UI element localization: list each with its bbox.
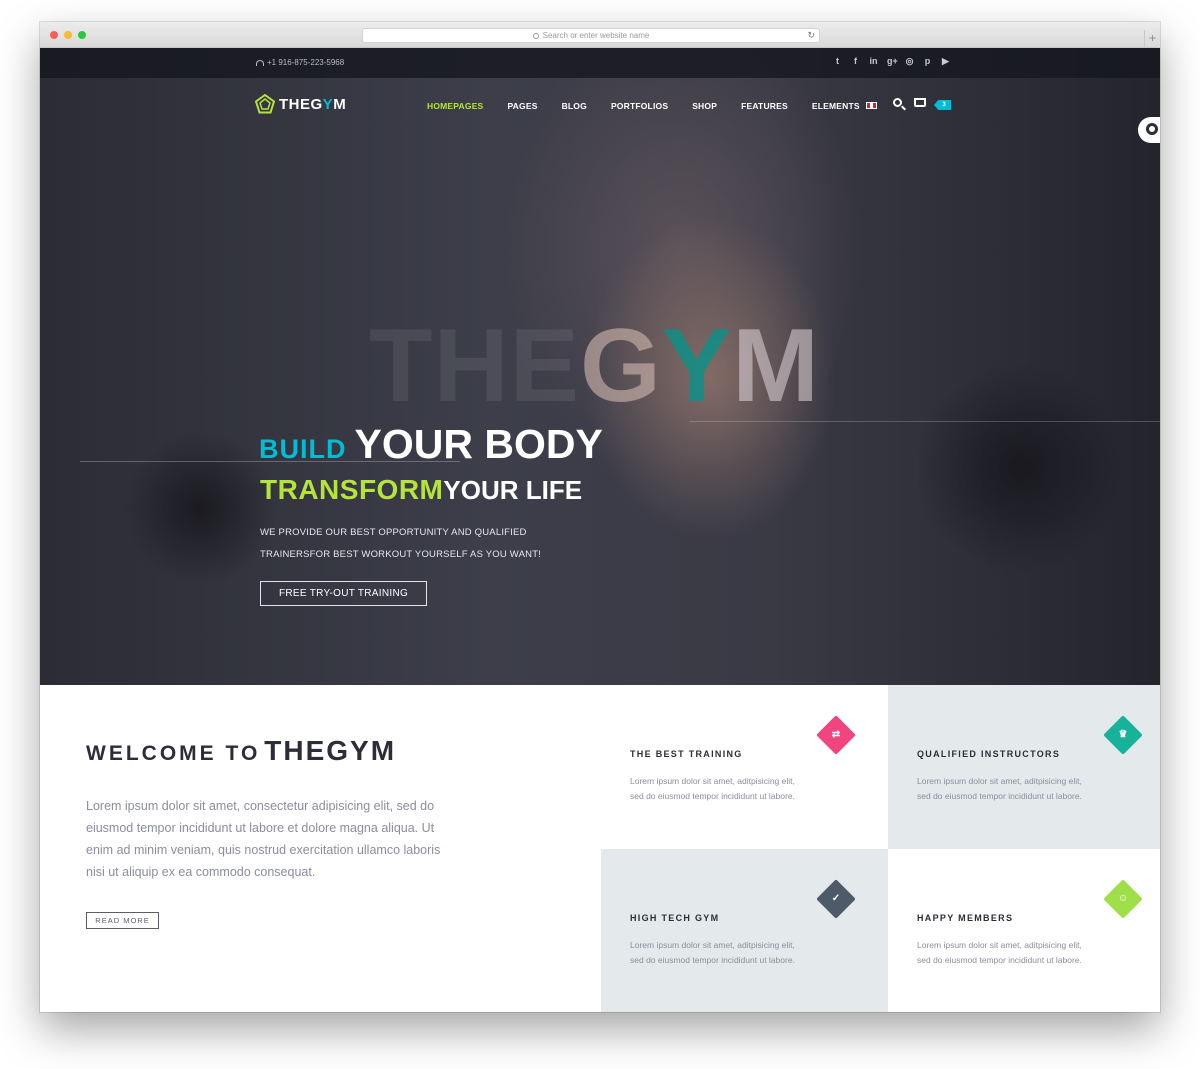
close-window-button[interactable] bbox=[50, 31, 58, 39]
welcome-text: Lorem ipsum dolor sit amet, consectetur … bbox=[86, 799, 441, 879]
cart-icon[interactable] bbox=[914, 98, 926, 107]
nav-pages[interactable]: PAGES bbox=[507, 101, 537, 111]
thumbs-up-icon: ✓ bbox=[816, 879, 856, 919]
maximize-window-button[interactable] bbox=[78, 31, 86, 39]
address-bar[interactable]: Search or enter website name ↻ bbox=[362, 28, 820, 43]
pinterest-icon[interactable]: p bbox=[923, 56, 932, 67]
feature-text: Lorem ipsum dolor sit amet, aditpisicing… bbox=[630, 940, 795, 965]
hero-headline-1: BUILD YOUR BODY bbox=[259, 421, 603, 468]
arrows-icon: ⇄ bbox=[816, 715, 856, 755]
hero-decor-line bbox=[690, 421, 1160, 422]
feature-card: ⇄ THE BEST TRAINING Lorem ipsum dolor si… bbox=[601, 685, 888, 849]
group-icon: ☺ bbox=[1103, 879, 1143, 919]
nav-shop[interactable]: SHOP bbox=[692, 101, 717, 111]
reload-icon[interactable]: ↻ bbox=[807, 30, 815, 41]
feature-title: THE BEST TRAINING bbox=[630, 749, 743, 759]
facebook-icon[interactable]: f bbox=[851, 56, 860, 67]
welcome-title: WELCOME TO THEGYM bbox=[86, 735, 397, 766]
main-navigation: HOMEPAGES PAGES BLOG PORTFOLIOS SHOP FEA… bbox=[427, 101, 860, 111]
feature-text: Lorem ipsum dolor sit amet, aditpisicing… bbox=[917, 776, 1082, 801]
browser-toolbar: Search or enter website name ↻ + bbox=[40, 22, 1160, 48]
feature-card: ✓ HIGH TECH GYM Lorem ipsum dolor sit am… bbox=[601, 849, 888, 1012]
new-tab-button[interactable]: + bbox=[1144, 30, 1160, 48]
phone-number: +1 916-875-223-5968 bbox=[267, 58, 345, 67]
free-training-button[interactable]: FREE TRY-OUT TRAINING bbox=[260, 581, 427, 606]
language-flag-icon[interactable] bbox=[866, 102, 877, 109]
browser-window: Search or enter website name ↻ + THEGYM … bbox=[40, 22, 1160, 1012]
youtube-icon[interactable]: ▶ bbox=[941, 56, 950, 67]
welcome-section: WELCOME TO THEGYM Lorem ipsum dolor sit a… bbox=[40, 685, 1160, 1012]
social-links: t f in g+ ◎ p ▶ bbox=[833, 56, 950, 67]
nav-features[interactable]: FEATURES bbox=[741, 101, 788, 111]
cart-count-badge: 3 bbox=[934, 100, 951, 110]
nav-portfolios[interactable]: PORTFOLIOS bbox=[611, 101, 668, 111]
pentagon-logo-icon bbox=[255, 94, 275, 114]
hero-description: WE PROVIDE OUR BEST OPPORTUNITY AND QUAL… bbox=[260, 527, 542, 560]
feature-title: HIGH TECH GYM bbox=[630, 913, 720, 923]
gear-icon bbox=[1146, 123, 1158, 135]
twitter-icon[interactable]: t bbox=[833, 56, 842, 67]
instagram-icon[interactable]: ◎ bbox=[905, 56, 914, 67]
settings-toggle[interactable] bbox=[1138, 117, 1160, 143]
google-plus-icon[interactable]: g+ bbox=[887, 56, 898, 67]
headline-accent: BUILD bbox=[259, 434, 347, 464]
minimize-window-button[interactable] bbox=[64, 31, 72, 39]
site-logo[interactable]: THEGYM bbox=[255, 94, 346, 114]
top-bar: +1 916-875-223-5968 t f in g+ ◎ p ▶ bbox=[40, 48, 1160, 78]
feature-text: Lorem ipsum dolor sit amet, aditpisicing… bbox=[630, 776, 795, 801]
nav-elements[interactable]: ELEMENTS bbox=[812, 101, 860, 111]
feature-title: HAPPY MEMBERS bbox=[917, 913, 1014, 923]
hero-background-word: THEGYM bbox=[369, 308, 820, 424]
address-placeholder: Search or enter website name bbox=[542, 31, 650, 40]
logo-text: THEGYM bbox=[279, 95, 347, 113]
headline-main: YOUR LIFE bbox=[443, 475, 583, 505]
feature-title: QUALIFIED INSTRUCTORS bbox=[917, 749, 1061, 759]
headline-main: YOUR BODY bbox=[354, 421, 603, 467]
headset-icon bbox=[256, 59, 264, 66]
linkedin-icon[interactable]: in bbox=[869, 56, 878, 67]
nav-blog[interactable]: BLOG bbox=[562, 101, 587, 111]
read-more-button[interactable]: READ MORE bbox=[86, 912, 159, 929]
hero-headline-2: TRANSFORMYOUR LIFE bbox=[260, 474, 582, 506]
hero-section: THEGYM +1 916-875-223-5968 t f in g+ ◎ p… bbox=[40, 48, 1160, 685]
feature-card: ♛ QUALIFIED INSTRUCTORS Lorem ipsum dolo… bbox=[888, 685, 1160, 849]
trophy-icon: ♛ bbox=[1103, 715, 1143, 755]
headline-accent: TRANSFORM bbox=[260, 474, 444, 505]
phone-contact[interactable]: +1 916-875-223-5968 bbox=[256, 58, 344, 67]
feature-card: ☺ HAPPY MEMBERS Lorem ipsum dolor sit am… bbox=[888, 849, 1160, 1012]
feature-text: Lorem ipsum dolor sit amet, aditpisicing… bbox=[917, 940, 1082, 965]
search-icon bbox=[532, 32, 539, 39]
search-icon[interactable] bbox=[893, 98, 902, 107]
nav-homepages[interactable]: HOMEPAGES bbox=[427, 101, 483, 111]
